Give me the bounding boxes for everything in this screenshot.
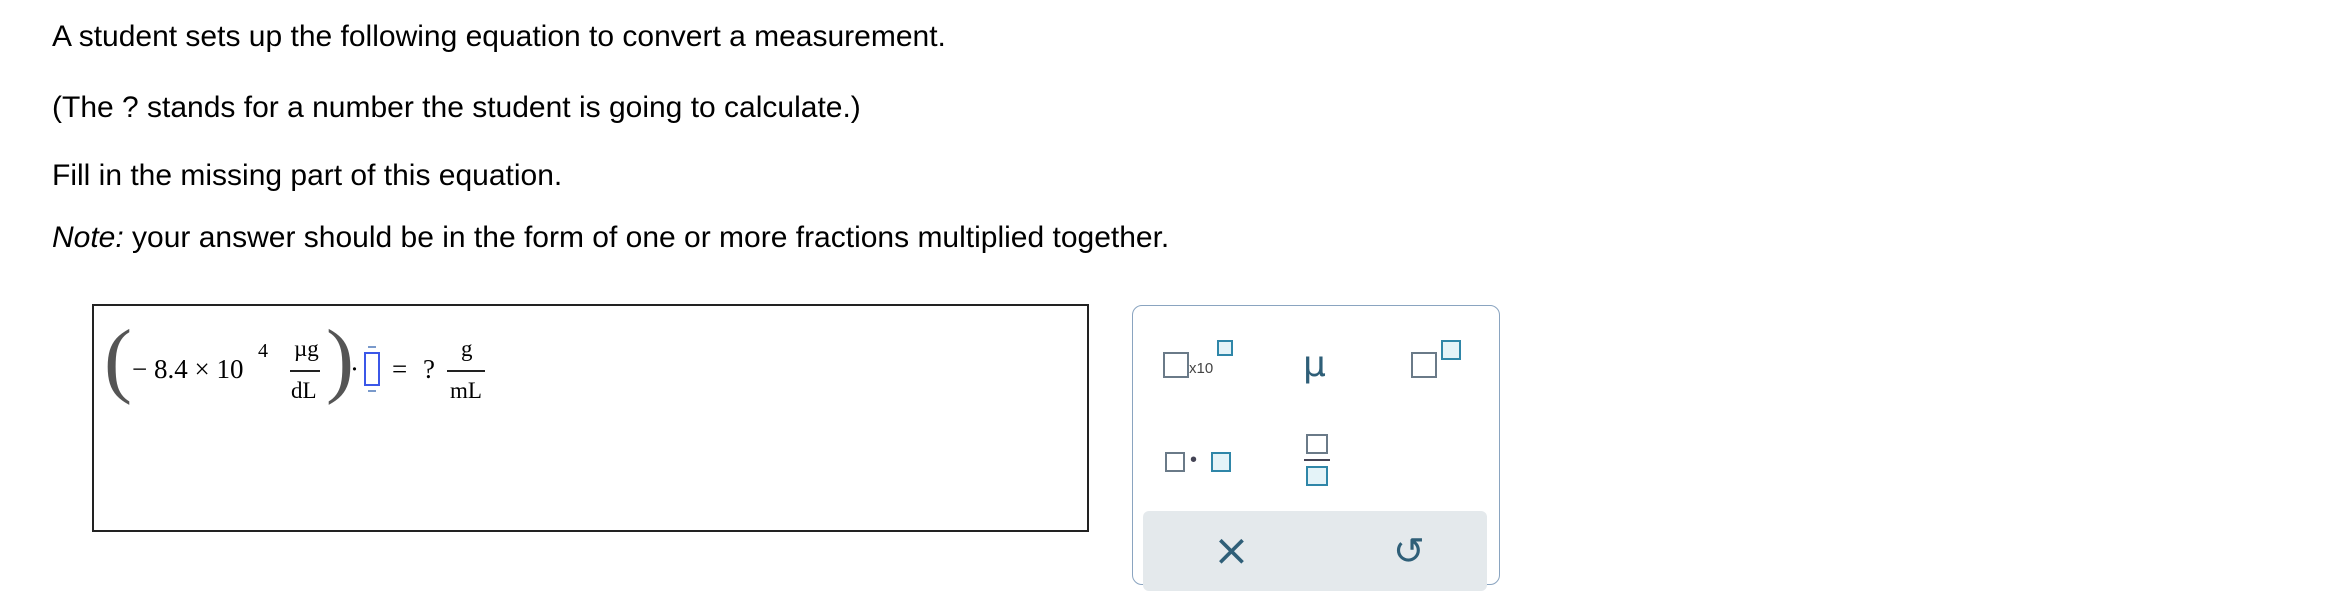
unknown-value: ? xyxy=(423,354,435,384)
clear-button[interactable]: × xyxy=(1213,529,1250,573)
undo-button[interactable]: ↺ xyxy=(1393,531,1425,571)
palette-action-bar: × ↺ xyxy=(1143,511,1487,591)
base-square-icon xyxy=(1411,352,1437,378)
note-label: Note: xyxy=(52,221,124,254)
slot-bottom-tick xyxy=(368,390,376,392)
result-fraction-bar xyxy=(447,370,485,372)
equation-answer-box[interactable]: ( − 8.4 × 10 4 µg dL ) · = ? g mL xyxy=(92,304,1089,532)
question-line-1: A student sets up the following equation… xyxy=(52,20,946,53)
multiply-dot-button[interactable]: • xyxy=(1165,446,1233,482)
note-text: your answer should be in the form of one… xyxy=(123,221,1170,254)
note-line: Note: your answer should be in the form … xyxy=(52,220,1169,256)
question-line-2: (The ? stands for a number the student i… xyxy=(52,91,861,124)
answer-input-slot[interactable] xyxy=(364,352,380,386)
scientific-notation-button[interactable]: x10 xyxy=(1163,340,1233,388)
superscript-button[interactable] xyxy=(1411,340,1463,388)
equals-sign: = xyxy=(392,354,408,384)
exponent: 4 xyxy=(258,340,268,362)
dot-icon: • xyxy=(1190,449,1198,471)
micro-symbol-button[interactable]: µ xyxy=(1297,340,1337,388)
base-square-icon xyxy=(1163,352,1189,378)
fraction-bar-icon xyxy=(1304,459,1330,461)
multiply-dot: · xyxy=(350,354,359,384)
superscript-square-icon xyxy=(1441,340,1461,360)
slot-top-tick xyxy=(368,346,376,348)
result-numerator: g xyxy=(461,336,473,361)
left-square-icon xyxy=(1165,452,1185,472)
unit-numerator: µg xyxy=(294,336,319,361)
math-palette: x10 µ • × ↺ xyxy=(1132,305,1500,591)
result-denominator: mL xyxy=(450,378,482,403)
numerator-square-icon xyxy=(1306,434,1328,454)
denominator-square-icon xyxy=(1306,466,1328,486)
exponent-square-icon xyxy=(1217,340,1233,356)
fraction-button[interactable] xyxy=(1304,434,1330,490)
mu-icon: µ xyxy=(1303,344,1326,385)
coefficient: − 8.4 × 10 xyxy=(132,354,244,384)
right-square-icon xyxy=(1211,452,1231,472)
unit-denominator: dL xyxy=(291,378,317,403)
left-paren: ( xyxy=(104,313,132,406)
x10-label: x10 xyxy=(1189,360,1214,377)
question-line-3: Fill in the missing part of this equatio… xyxy=(52,159,563,192)
unit-fraction-bar xyxy=(290,370,320,372)
